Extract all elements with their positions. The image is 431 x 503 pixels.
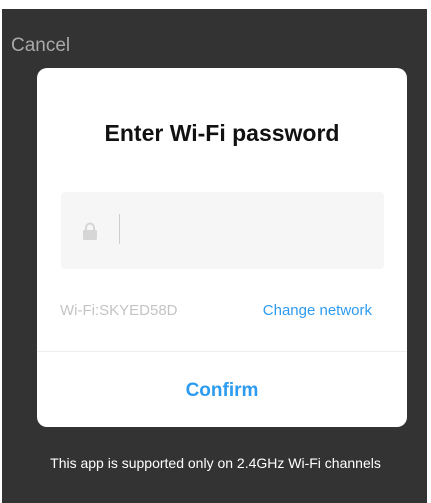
channel-support-note: This app is supported only on 2.4GHz Wi-…: [50, 455, 381, 471]
cancel-button[interactable]: Cancel: [11, 35, 70, 57]
password-input[interactable]: [119, 214, 374, 244]
password-field[interactable]: [61, 192, 384, 269]
screen: Cancel Enter Wi-Fi password Wi-Fi:SKYED5…: [0, 0, 431, 503]
ssid-label: Wi-Fi:SKYED58D: [60, 302, 178, 319]
change-network-link[interactable]: Change network: [263, 302, 372, 319]
dialog-title: Enter Wi-Fi password: [104, 120, 340, 146]
confirm-button[interactable]: Confirm: [37, 352, 407, 427]
lock-icon: [83, 222, 97, 240]
wifi-password-dialog: Enter Wi-Fi password Wi-Fi:SKYED58D Chan…: [37, 68, 407, 427]
